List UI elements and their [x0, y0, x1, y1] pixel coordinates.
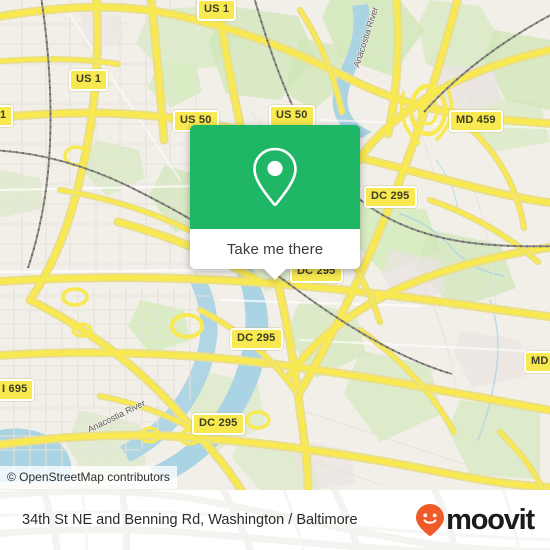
- location-title: 34th St NE and Benning Rd, Washington / …: [22, 512, 358, 528]
- footer-bar: 34th St NE and Benning Rd, Washington / …: [0, 490, 550, 550]
- map-canvas[interactable]: .rd { stroke:#f7e94f; fill:none; stroke-…: [0, 0, 550, 490]
- route-shield-md-right: MD: [524, 351, 550, 373]
- take-me-there-popup[interactable]: Take me there: [190, 125, 360, 280]
- route-shield-us-1-top: US 1: [197, 0, 237, 21]
- route-shield-us-1: US 1: [69, 69, 109, 91]
- moovit-brand[interactable]: moovit: [415, 503, 535, 537]
- route-shield-dc-295-upper: DC 295: [364, 186, 417, 208]
- route-shield-md-459: MD 459: [449, 110, 503, 132]
- moovit-pin-icon: [416, 504, 445, 536]
- map-pin-icon: [253, 147, 297, 206]
- take-me-there-label: Take me there: [226, 240, 324, 258]
- popup-pin-area: [190, 125, 360, 229]
- route-shield-i-695: I 695: [0, 379, 35, 401]
- moovit-wordmark: moovit: [446, 503, 535, 536]
- osm-attribution[interactable]: © OpenStreetMap contributors: [0, 466, 177, 489]
- popup-action-bar[interactable]: Take me there: [190, 229, 360, 280]
- route-shield-1-left: 1: [0, 105, 14, 127]
- route-shield-us-50-east: US 50: [269, 105, 315, 127]
- route-shield-dc-295-mid: DC 295: [230, 328, 283, 350]
- popup-tail: [263, 268, 287, 280]
- screenshot-root: .rd { stroke:#f7e94f; fill:none; stroke-…: [0, 0, 550, 550]
- route-shield-dc-295-lower: DC 295: [192, 413, 245, 435]
